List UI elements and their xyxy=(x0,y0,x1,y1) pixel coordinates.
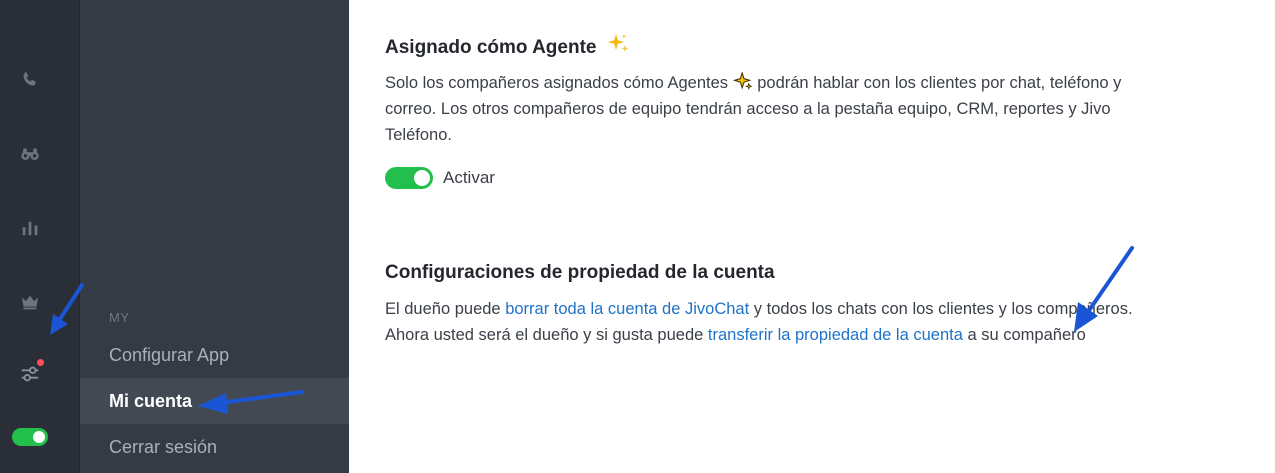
main-content: Asignado cómo Agente Solo los compañeros… xyxy=(349,0,1275,473)
binoculars-icon[interactable] xyxy=(18,142,42,166)
agent-section-title-text: Asignado cómo Agente xyxy=(385,37,597,58)
sparkles-inline-icon xyxy=(732,71,753,90)
ownership-text-1: El dueño puede xyxy=(385,300,506,318)
phone-icon[interactable] xyxy=(18,68,42,92)
toggle-knob xyxy=(33,431,45,443)
settings-sliders-icon[interactable] xyxy=(18,359,44,386)
bar-chart-icon-glyph xyxy=(22,221,38,236)
bar-chart-icon[interactable] xyxy=(18,216,42,240)
phone-icon-glyph xyxy=(23,72,36,86)
transfer-ownership-link[interactable]: transferir la propiedad de la cuenta xyxy=(708,326,963,344)
menu-item-my-account[interactable]: Mi cuenta xyxy=(80,378,349,424)
notification-dot xyxy=(37,359,44,366)
settings-menu: MY Configurar App Mi cuenta Cerrar sesió… xyxy=(80,0,349,473)
menu-item-logout[interactable]: Cerrar sesión xyxy=(80,424,349,470)
ownership-section-title: Configuraciones de propiedad de la cuent… xyxy=(385,262,775,283)
agent-section-description: Solo los compañeros asignados cómo Agent… xyxy=(385,70,1145,148)
crown-icon[interactable] xyxy=(18,290,42,314)
ownership-text-3: a su compañero xyxy=(962,326,1086,344)
crown-icon-glyph xyxy=(21,295,39,310)
sparkles-icon xyxy=(607,34,629,52)
binoculars-icon-glyph xyxy=(21,148,39,160)
delete-account-link[interactable]: borrar toda la cuenta de JivoChat xyxy=(505,300,749,318)
toggle-knob xyxy=(414,170,430,186)
agent-toggle-label: Activar xyxy=(443,168,495,187)
icon-rail xyxy=(0,0,80,473)
agent-section-title: Asignado cómo Agente xyxy=(385,32,630,59)
status-toggle[interactable] xyxy=(12,428,48,446)
agent-desc-part1: Solo los compañeros asignados cómo Agent… xyxy=(385,74,729,92)
menu-heading: MY xyxy=(109,310,130,325)
ownership-section-description: El dueño puede borrar toda la cuenta de … xyxy=(385,296,1145,348)
menu-item-configure-app[interactable]: Configurar App xyxy=(80,332,349,378)
sliders-icon-glyph xyxy=(21,366,39,382)
agent-activate-toggle[interactable] xyxy=(385,167,433,189)
